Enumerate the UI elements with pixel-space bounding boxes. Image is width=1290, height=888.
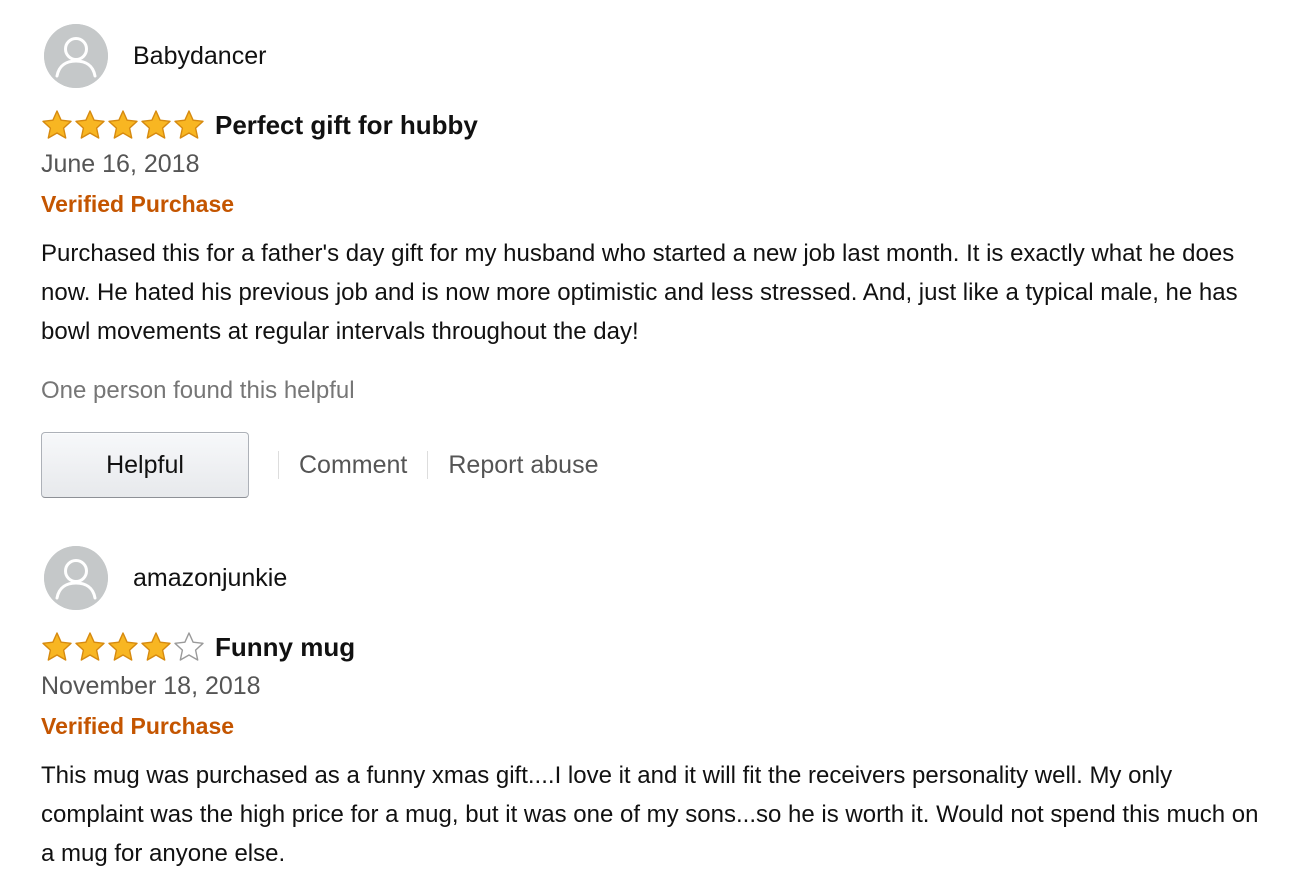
star-filled-icon [42,110,72,139]
default-profile-avatar-icon[interactable] [44,546,108,610]
star-filled-icon [75,110,105,139]
comment-link[interactable]: Comment [299,451,407,480]
star-filled-icon [108,110,138,139]
helpful-count-text: One person found this helpful [41,377,355,404]
star-filled-icon [75,632,105,661]
star-empty-icon [174,632,204,661]
verified-purchase-badge[interactable]: Verified Purchase [41,188,234,220]
divider [427,451,429,479]
review-date: June 16, 2018 [41,150,200,178]
default-profile-avatar-icon[interactable] [44,24,108,88]
star-filled-icon [141,632,171,661]
review-title[interactable]: Perfect gift for hubby [215,108,478,142]
star-filled-icon [174,110,204,139]
report-abuse-link[interactable]: Report abuse [448,451,598,480]
star-rating[interactable] [41,631,205,663]
rating-row: Perfect gift for hubby [41,106,478,144]
star-rating[interactable] [41,109,205,141]
verified-purchase-badge[interactable]: Verified Purchase [41,710,234,742]
review-body: Purchased this for a father's day gift f… [41,240,1238,345]
rating-row: Funny mug [41,628,355,666]
review-body: This mug was purchased as a funny xmas g… [41,762,1259,867]
reviewer-name[interactable]: amazonjunkie [133,562,287,594]
review-title[interactable]: Funny mug [215,630,355,664]
review-actions: Helpful Comment Report abuse [41,432,598,498]
star-filled-icon [141,110,171,139]
star-filled-icon [42,632,72,661]
reviewer-name[interactable]: Babydancer [133,40,266,72]
review-date: November 18, 2018 [41,672,261,700]
helpful-button[interactable]: Helpful [41,432,249,498]
star-filled-icon [108,632,138,661]
divider [278,451,279,479]
